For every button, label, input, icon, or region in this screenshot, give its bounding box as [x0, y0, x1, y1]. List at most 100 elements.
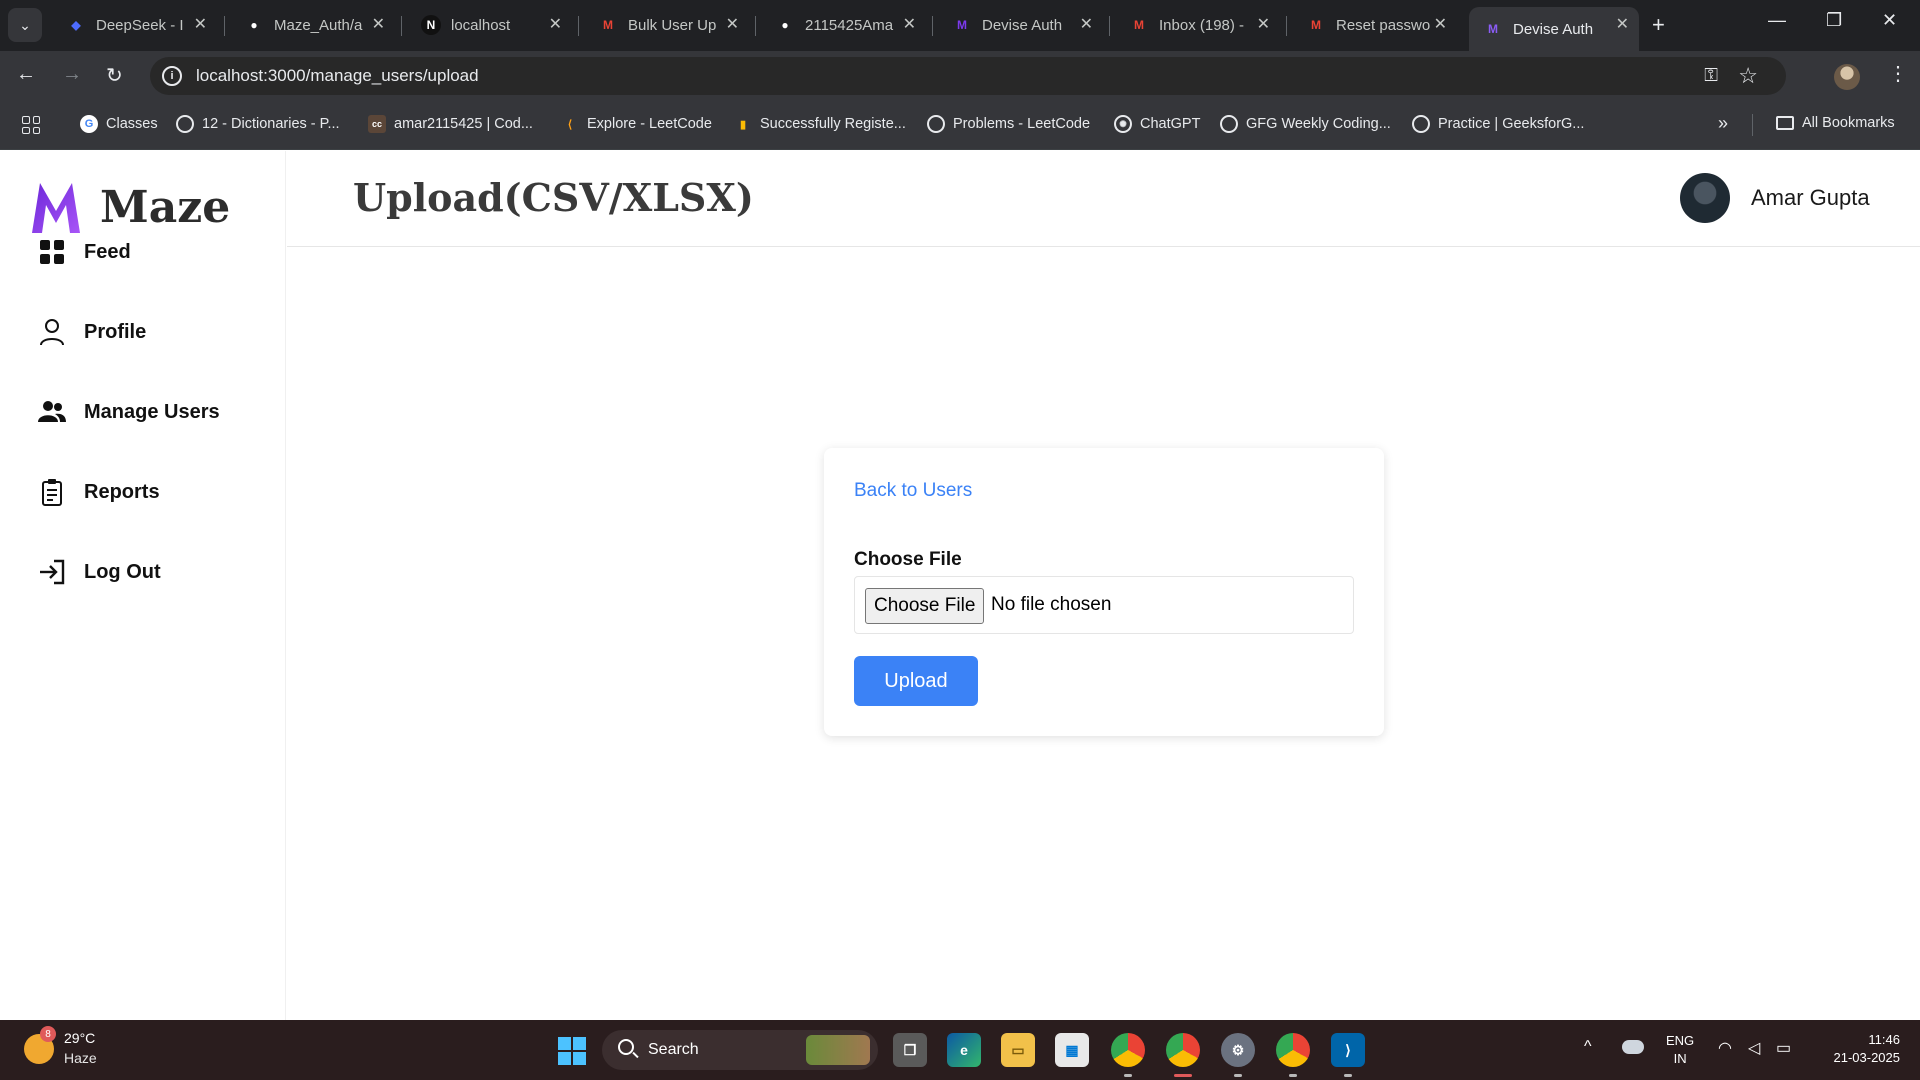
bookmark-item[interactable]: Problems - LeetCode	[927, 115, 1090, 133]
browser-tab[interactable]: ● Maze_Auth/a ✕	[230, 7, 395, 43]
file-explorer-icon[interactable]: ▭	[1001, 1033, 1035, 1067]
sidebar-item-manage-users[interactable]: Manage Users	[38, 398, 220, 426]
microsoft-store-icon[interactable]: ▦	[1055, 1033, 1089, 1067]
back-arrow-icon[interactable]: ←	[16, 63, 36, 86]
tab-search-button[interactable]: ⌄	[8, 8, 42, 42]
close-tab-icon[interactable]: ✕	[903, 14, 916, 34]
page-header: Upload(CSV/XLSX) Amar Gupta	[287, 151, 1920, 247]
close-tab-icon[interactable]: ✕	[1257, 14, 1270, 34]
settings-icon[interactable]: ⚙	[1221, 1033, 1255, 1067]
search-highlight-image	[806, 1035, 870, 1065]
running-indicator	[1344, 1074, 1352, 1077]
chart-icon: ▮	[739, 118, 747, 131]
volume-icon[interactable]: ◁	[1748, 1038, 1760, 1058]
file-input[interactable]: Choose File No file chosen	[854, 576, 1354, 634]
bookmark-item[interactable]: ▮ Successfully Registe...	[734, 115, 906, 133]
running-indicator	[1124, 1074, 1132, 1077]
bookmark-item[interactable]: GFG Weekly Coding...	[1220, 115, 1391, 133]
chevron-down-icon: ⌄	[19, 16, 31, 33]
url-text[interactable]: localhost:3000/manage_users/upload	[196, 66, 479, 86]
windows-start-icon[interactable]	[558, 1037, 586, 1065]
bookmark-item[interactable]: Practice | GeeksforG...	[1412, 115, 1584, 133]
show-hidden-icons-icon[interactable]: ^	[1584, 1038, 1592, 1056]
close-tab-icon[interactable]: ✕	[549, 14, 562, 34]
browser-tab[interactable]: M Reset passwo ✕	[1292, 7, 1457, 43]
edge-icon[interactable]: e	[947, 1033, 981, 1067]
bookmark-item[interactable]: ✺ ChatGPT	[1114, 115, 1200, 133]
gmail-icon: M	[1311, 18, 1321, 32]
all-bookmarks-button[interactable]: All Bookmarks	[1776, 115, 1895, 131]
site-info-icon[interactable]: i	[162, 66, 182, 86]
bookmarks-overflow-icon[interactable]: »	[1718, 113, 1728, 134]
taskbar-search[interactable]: Search	[602, 1030, 878, 1070]
task-view-icon[interactable]: ❐	[893, 1033, 927, 1067]
tab-separator	[1109, 16, 1110, 36]
user-name[interactable]: Amar Gupta	[1751, 185, 1870, 211]
browser-tab[interactable]: ● 2115425Ama ✕	[761, 7, 926, 43]
sidebar-item-reports[interactable]: Reports	[38, 478, 160, 506]
address-bar[interactable]: i localhost:3000/manage_users/upload ⚿ ☆	[150, 57, 1786, 95]
globe-icon	[927, 115, 945, 133]
wifi-icon[interactable]: ◠	[1718, 1038, 1732, 1058]
bookmark-star-icon[interactable]: ☆	[1738, 63, 1758, 89]
user-avatar[interactable]	[1680, 173, 1730, 223]
minimize-icon[interactable]: —	[1768, 10, 1786, 31]
browser-tab[interactable]: M Devise Auth ✕	[938, 7, 1103, 43]
browser-tab[interactable]: N localhost ✕	[407, 7, 572, 43]
close-window-icon[interactable]: ✕	[1882, 10, 1897, 31]
maze-logo-icon	[32, 183, 80, 233]
tab-separator	[755, 16, 756, 36]
weather-badge: 8	[40, 1026, 56, 1042]
sidebar-item-logout[interactable]: Log Out	[38, 558, 161, 586]
weather-temperature[interactable]: 29°C	[64, 1030, 95, 1046]
logout-icon	[38, 558, 66, 586]
sidebar-item-feed[interactable]: Feed	[38, 238, 131, 266]
browser-tab[interactable]: M Inbox (198) - ✕	[1115, 7, 1280, 43]
gmail-icon: M	[1134, 18, 1144, 32]
apps-grid-icon[interactable]	[22, 116, 40, 134]
upload-button[interactable]: Upload	[854, 656, 978, 706]
bookmark-item[interactable]: cc amar2115425 | Cod...	[368, 115, 533, 133]
brand[interactable]: Maze	[30, 179, 230, 235]
choose-file-button[interactable]: Choose File	[865, 588, 985, 624]
upload-card: Back to Users Choose File Choose File No…	[824, 448, 1384, 736]
battery-icon[interactable]: ▭	[1776, 1038, 1791, 1058]
chrome-icon[interactable]	[1276, 1033, 1310, 1067]
sidebar-item-profile[interactable]: Profile	[38, 318, 146, 346]
bookmark-item[interactable]: ⟨ Explore - LeetCode	[561, 115, 712, 133]
close-tab-icon[interactable]: ✕	[1616, 14, 1629, 34]
close-tab-icon[interactable]: ✕	[1080, 14, 1093, 34]
password-key-icon[interactable]: ⚿	[1704, 65, 1718, 86]
file-field-label: Choose File	[854, 549, 962, 570]
chrome-icon[interactable]	[1111, 1033, 1145, 1067]
browser-tab[interactable]: ◆ DeepSeek - I ✕	[52, 7, 217, 43]
browser-menu-icon[interactable]: ⋮	[1888, 61, 1908, 86]
new-tab-button[interactable]: +	[1652, 12, 1665, 38]
close-tab-icon[interactable]: ✕	[194, 14, 207, 34]
github-icon: ●	[250, 18, 258, 32]
restore-icon[interactable]: ❐	[1826, 10, 1842, 31]
github-icon: ●	[781, 18, 789, 32]
tab-separator	[578, 16, 579, 36]
vscode-icon[interactable]: ⟩	[1331, 1033, 1365, 1067]
tab-separator	[224, 16, 225, 36]
chrome-icon[interactable]	[1166, 1033, 1200, 1067]
weather-description[interactable]: Haze	[64, 1050, 97, 1066]
onedrive-icon[interactable]	[1622, 1040, 1644, 1054]
users-icon	[38, 398, 66, 426]
close-tab-icon[interactable]: ✕	[726, 14, 739, 34]
bookmark-item[interactable]: 12 - Dictionaries - P...	[176, 115, 340, 133]
bookmark-item[interactable]: G Classes	[80, 115, 158, 133]
reload-icon[interactable]: ↻	[106, 63, 123, 88]
back-to-users-link[interactable]: Back to Users	[854, 480, 972, 502]
close-tab-icon[interactable]: ✕	[372, 14, 385, 34]
globe-icon	[1412, 115, 1430, 133]
file-status-text: No file chosen	[991, 594, 1112, 615]
language-indicator[interactable]: ENG IN	[1666, 1032, 1694, 1068]
browser-profile-avatar[interactable]	[1834, 64, 1860, 90]
browser-tab[interactable]: M Bulk User Up ✕	[584, 7, 749, 43]
browser-tab-active[interactable]: M Devise Auth ✕	[1469, 7, 1639, 51]
forward-arrow-icon[interactable]: →	[62, 63, 82, 86]
close-tab-icon[interactable]: ✕	[1434, 14, 1447, 34]
clock[interactable]: 11:46 21-03-2025	[1818, 1031, 1901, 1067]
